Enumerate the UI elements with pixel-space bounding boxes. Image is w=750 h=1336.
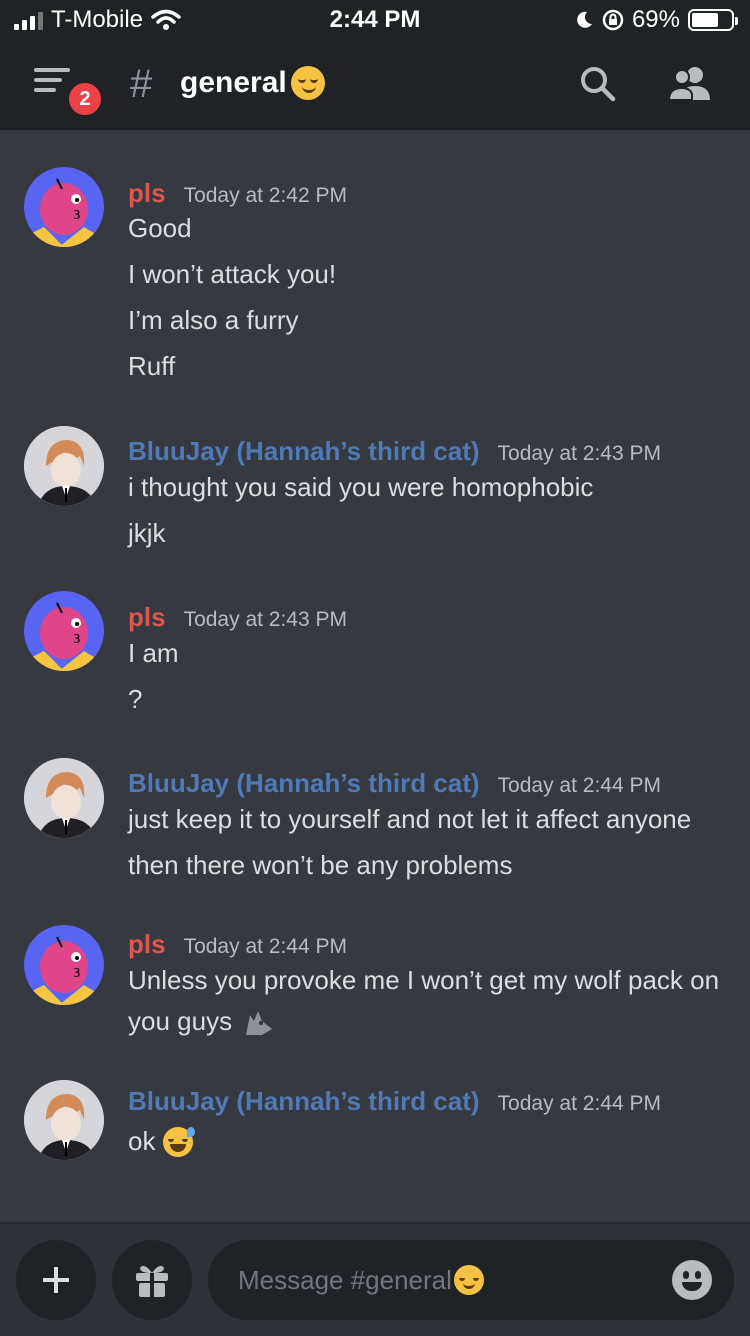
relieved-face-emoji-icon: [290, 66, 325, 100]
author-name[interactable]: BluuJay (Hannah’s third cat): [128, 768, 480, 799]
composer-bar: Message #general: [0, 1222, 750, 1336]
message-input-placeholder: Message #general: [238, 1264, 452, 1295]
timestamp: Today at 2:44 PM: [497, 774, 661, 797]
message-text: you guys: [128, 1006, 233, 1036]
sweat-smile-emoji-icon: [163, 1126, 196, 1157]
message-text: i thought you said you were homophobic: [128, 472, 594, 502]
author-name[interactable]: pls: [128, 178, 166, 209]
add-attachment-button[interactable]: [16, 1240, 96, 1320]
moon-icon: [577, 11, 592, 28]
message-input[interactable]: Message #general: [208, 1240, 734, 1320]
svg-text:3: 3: [73, 208, 81, 222]
gift-icon: [136, 1265, 168, 1297]
message-text: I am: [128, 638, 179, 668]
author-name[interactable]: BluuJay (Hannah’s third cat): [128, 1086, 480, 1117]
message-text: I’m also a furry: [128, 305, 299, 335]
members-icon[interactable]: [668, 64, 712, 104]
message-text: then there won’t be any problems: [128, 850, 513, 880]
avatar[interactable]: 3: [24, 591, 104, 671]
battery-icon: [688, 9, 738, 31]
gift-button[interactable]: [112, 1240, 192, 1320]
menu-icon: [34, 68, 70, 72]
message-text: Unless you provoke me I won’t get my wol…: [128, 965, 720, 995]
avatar[interactable]: 3: [24, 925, 104, 1005]
status-bar: T-Mobile 2:44 PM 69%: [0, 0, 750, 40]
timestamp: Today at 2:42 PM: [183, 184, 348, 207]
message-text: Ruff: [128, 351, 176, 381]
timestamp: Today at 2:44 PM: [183, 935, 348, 958]
channel-header: 2 # general: [0, 40, 750, 130]
timestamp: Today at 2:43 PM: [183, 608, 348, 631]
avatar[interactable]: [24, 758, 104, 838]
svg-text:3: 3: [73, 966, 81, 980]
message-text: ok: [128, 1126, 156, 1156]
avatar[interactable]: 3: [24, 167, 104, 247]
channel-title: general: [180, 66, 325, 100]
message-text: jkjk: [128, 518, 166, 548]
message-text: just keep it to yourself and not let it …: [128, 804, 692, 834]
emoji-picker-icon[interactable]: [672, 1260, 712, 1300]
author-name[interactable]: pls: [128, 929, 166, 960]
search-icon[interactable]: [578, 64, 618, 104]
author-name[interactable]: BluuJay (Hannah’s third cat): [128, 436, 480, 467]
notification-badge: 2: [66, 80, 104, 118]
avatar[interactable]: [24, 1080, 104, 1160]
hash-icon: #: [130, 62, 153, 106]
battery-percent: 69%: [631, 6, 680, 33]
message-text: I won’t attack you!: [128, 259, 337, 289]
rotation-lock-icon: [602, 9, 624, 31]
wolf-emoji-icon: [246, 1010, 273, 1035]
avatar[interactable]: [24, 426, 104, 506]
plus-icon: [43, 1267, 69, 1293]
relieved-face-emoji-icon: [453, 1265, 484, 1295]
svg-text:3: 3: [73, 632, 81, 646]
timestamp: Today at 2:43 PM: [497, 442, 661, 465]
channel-name: general: [180, 66, 287, 99]
timestamp: Today at 2:44 PM: [497, 1092, 661, 1115]
author-name[interactable]: pls: [128, 602, 166, 633]
message-text: ?: [128, 684, 143, 714]
message-text: Good: [128, 213, 192, 243]
